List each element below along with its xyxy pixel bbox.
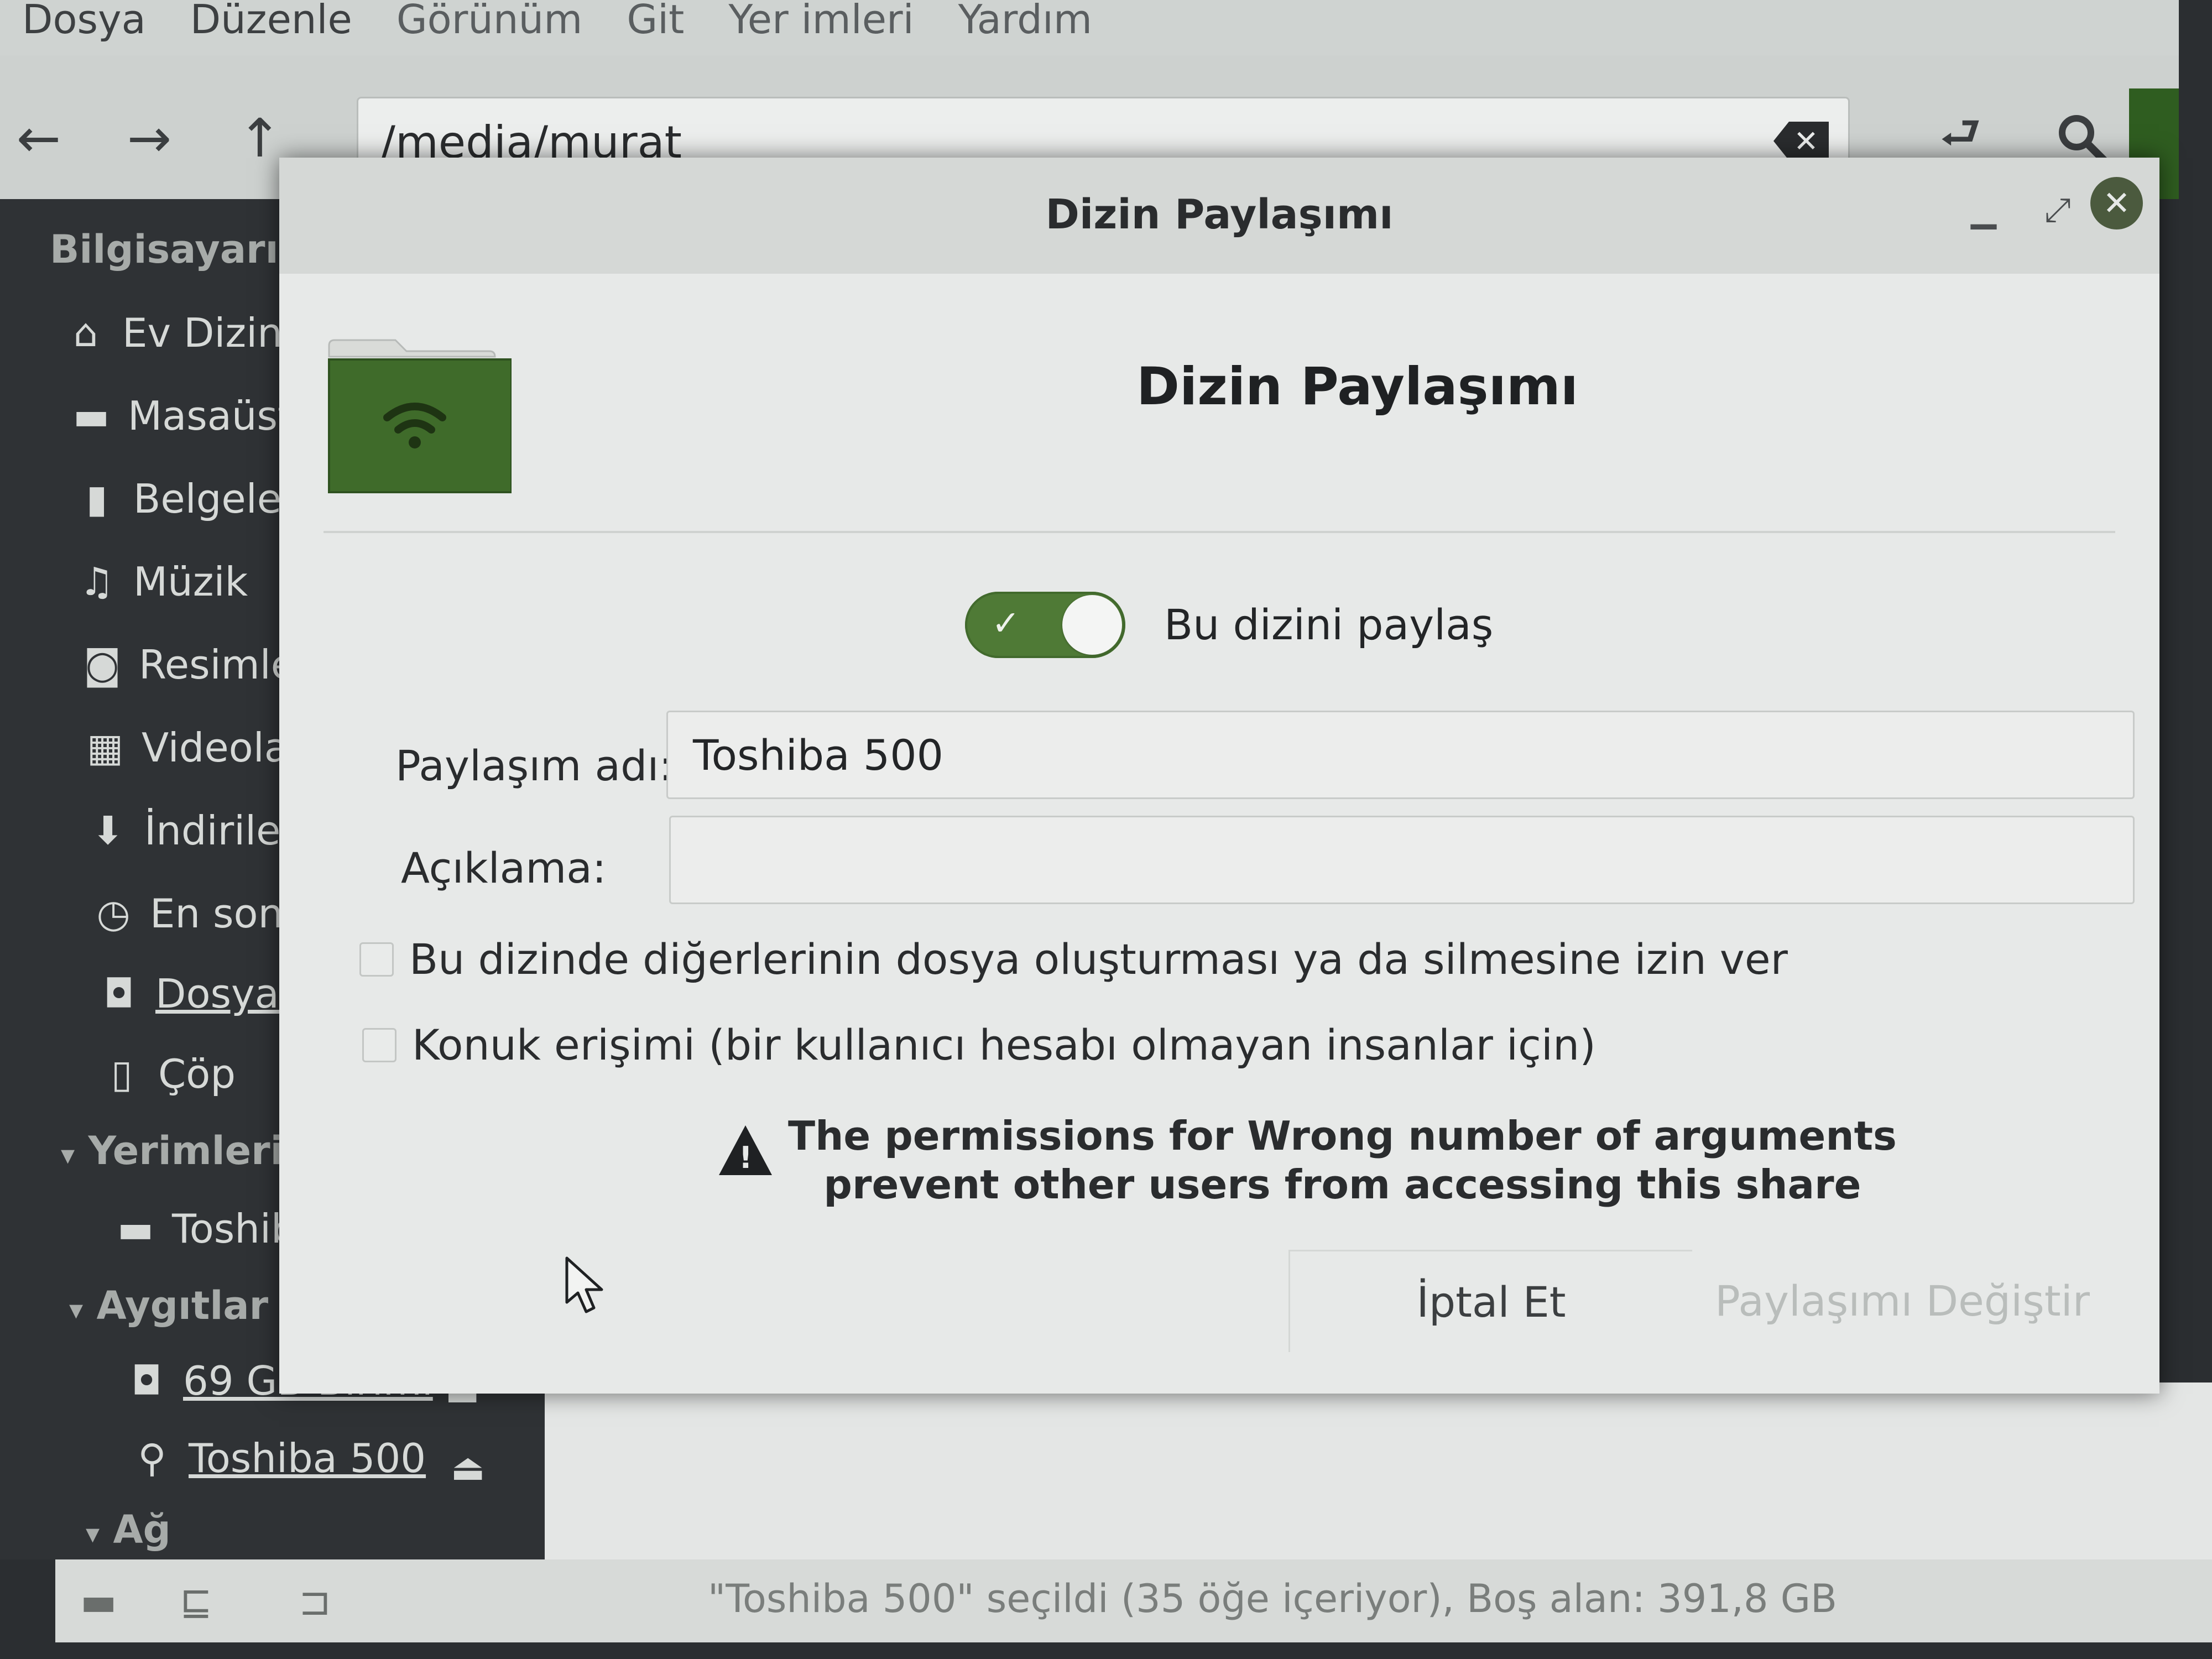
trash-icon: ▯ <box>111 1051 133 1097</box>
cancel-button[interactable]: İptal Et <box>1288 1250 1692 1352</box>
allow-write-row[interactable]: Bu dizinde diğerlerinin dosya oluşturmas… <box>359 935 1788 984</box>
comment-input[interactable] <box>669 816 2135 904</box>
minimize-icon[interactable]: ▁ <box>1971 191 1996 229</box>
menu-bookmarks[interactable]: Yer imleri <box>706 0 936 39</box>
sidebar-header-devices[interactable]: ▾ Aygıtlar <box>69 1283 268 1328</box>
allow-write-checkbox[interactable] <box>359 942 394 977</box>
chevron-down-icon: ▾ <box>61 1139 75 1171</box>
share-name-input[interactable]: Toshiba 500 <box>666 711 2135 799</box>
warning-icon-mark: ! <box>739 1140 753 1175</box>
dialog-heading: Dizin Paylaşımı <box>1136 357 1578 417</box>
sidebar-item-music[interactable]: ♫ Müzik <box>75 559 248 605</box>
menu-file[interactable]: Dosya <box>0 0 168 39</box>
sidebar-item-home[interactable]: ⌂ Ev Dizini <box>64 310 294 356</box>
desktop-icon: ▬ <box>72 393 110 439</box>
file-view[interactable] <box>545 1383 2212 1559</box>
show-treeview-icon[interactable]: ⊑ <box>180 1579 212 1624</box>
mouse-pointer-icon <box>565 1256 603 1313</box>
sidebar-header-bookmarks[interactable]: ▾ Yerimleri <box>61 1128 284 1173</box>
permission-warning: ! The permissions for Wrong number of ar… <box>719 1112 1991 1222</box>
menu-help[interactable]: Yardım <box>936 0 1114 39</box>
sidebar-item-label: Çöp <box>158 1051 236 1097</box>
usb-icon: ⚲ <box>138 1436 166 1481</box>
shared-folder-icon <box>328 339 512 493</box>
dialog-titlebar[interactable]: Dizin Paylaşımı ▁ ⤢ ✕ <box>279 158 2159 274</box>
close-button[interactable]: ✕ <box>2090 177 2143 229</box>
dialog-window-title: Dizin Paylaşımı <box>1045 191 1394 238</box>
status-text: "Toshiba 500" seçildi (35 öğe içeriyor),… <box>708 1576 1838 1621</box>
share-name-label: Paylaşım adı: <box>395 741 674 790</box>
arrow-left-icon: ← <box>16 107 61 169</box>
show-places-icon[interactable]: ▬ <box>80 1579 117 1624</box>
eject-icon[interactable]: ⏏ <box>451 1446 485 1489</box>
sidebar-item-label: Toshiba 500 <box>189 1435 426 1481</box>
download-icon: ⬇ <box>91 808 124 853</box>
drive-icon: ◘ <box>131 1358 162 1404</box>
dialog-separator <box>324 531 2115 533</box>
close-icon: ✕ <box>2103 184 2131 223</box>
warning-line-2: prevent other users from accessing this … <box>823 1161 1861 1208</box>
sidebar-header-label: Yerimleri <box>88 1128 284 1173</box>
share-dialog: Dizin Paylaşımı ▁ ⤢ ✕ Dizin Paylaşımı ✓ … <box>279 158 2159 1394</box>
clear-location-icon[interactable]: ✕ <box>1773 122 1829 160</box>
chevron-down-icon: ▾ <box>69 1293 84 1326</box>
sidebar-item-videos[interactable]: ▦ Videolar <box>83 724 305 771</box>
share-toggle[interactable]: ✓ <box>965 592 1125 658</box>
sidebar-item-trash[interactable]: ▯ Çöp <box>100 1051 236 1097</box>
toggle-knob <box>1062 595 1122 655</box>
film-icon: ▦ <box>86 725 124 770</box>
sidebar-header-label: Aygıtlar <box>96 1283 269 1328</box>
document-icon: ▮ <box>86 476 108 521</box>
sidebar-item-device-toshiba[interactable]: ⚲ Toshiba 500 <box>130 1435 426 1481</box>
chevron-down-icon: ▾ <box>86 1517 100 1550</box>
sidebar-item-label: Belgeler <box>133 476 298 522</box>
modify-share-button[interactable]: Paylaşımı Değiştir <box>1692 1250 2112 1352</box>
menu-view[interactable]: Görünüm <box>374 0 604 39</box>
guest-access-row[interactable]: Konuk erişimi (bir kullanıcı hesabı olma… <box>362 1020 1596 1070</box>
sidebar-header-computer: Bilgisayarım <box>50 227 319 272</box>
folder-icon: ▬ <box>117 1206 154 1251</box>
maximize-icon[interactable]: ⤢ <box>2044 191 2071 229</box>
sidebar-item-recent[interactable]: ◷ En son <box>91 890 283 937</box>
arrow-up-icon: ↑ <box>237 107 283 169</box>
forward-button[interactable]: → <box>113 102 185 174</box>
menu-go[interactable]: Git <box>604 0 706 39</box>
share-toggle-label: Bu dizini paylaş <box>1164 600 1494 649</box>
hide-sidebar-icon[interactable]: ⊐ <box>299 1579 331 1624</box>
menu-edit[interactable]: Düzenle <box>168 0 374 39</box>
music-icon: ♫ <box>79 559 114 604</box>
drive-icon: ◘ <box>103 971 134 1016</box>
check-icon: ✓ <box>992 603 1020 643</box>
sidebar-item-pictures[interactable]: ◙ Resimler <box>80 641 312 688</box>
sidebar-item-label: Müzik <box>133 559 248 605</box>
sidebar-item-documents[interactable]: ▮ Belgeler <box>75 476 298 522</box>
sidebar-header-label: Ağ <box>113 1507 171 1552</box>
back-button[interactable]: ← <box>3 102 75 174</box>
sidebar-item-label: En son <box>150 890 284 937</box>
share-name-value: Toshiba 500 <box>693 730 943 780</box>
warning-line-1: The permissions for Wrong number of argu… <box>788 1113 1897 1159</box>
sidebar-header-network[interactable]: ▾ Ağ <box>86 1507 171 1552</box>
menubar: Dosya Düzenle Görünüm Git Yer imleri Yar… <box>0 0 2179 55</box>
sidebar-item-label: Ev Dizini <box>122 310 294 356</box>
home-icon: ⌂ <box>73 310 98 356</box>
guest-access-checkbox[interactable] <box>362 1027 397 1062</box>
camera-icon: ◙ <box>84 642 121 687</box>
allow-write-label: Bu dizinde diğerlerinin dosya oluşturmas… <box>409 935 1788 984</box>
comment-label: Açıklama: <box>401 843 607 893</box>
warning-text: The permissions for Wrong number of argu… <box>788 1112 1897 1209</box>
arrow-right-icon: → <box>127 107 172 169</box>
guest-access-label: Konuk erişimi (bir kullanıcı hesabı olma… <box>412 1020 1596 1070</box>
statusbar: ▬ ⊑ ⊐ "Toshiba 500" seçildi (35 öğe içer… <box>55 1559 2212 1642</box>
history-icon: ◷ <box>96 891 131 936</box>
